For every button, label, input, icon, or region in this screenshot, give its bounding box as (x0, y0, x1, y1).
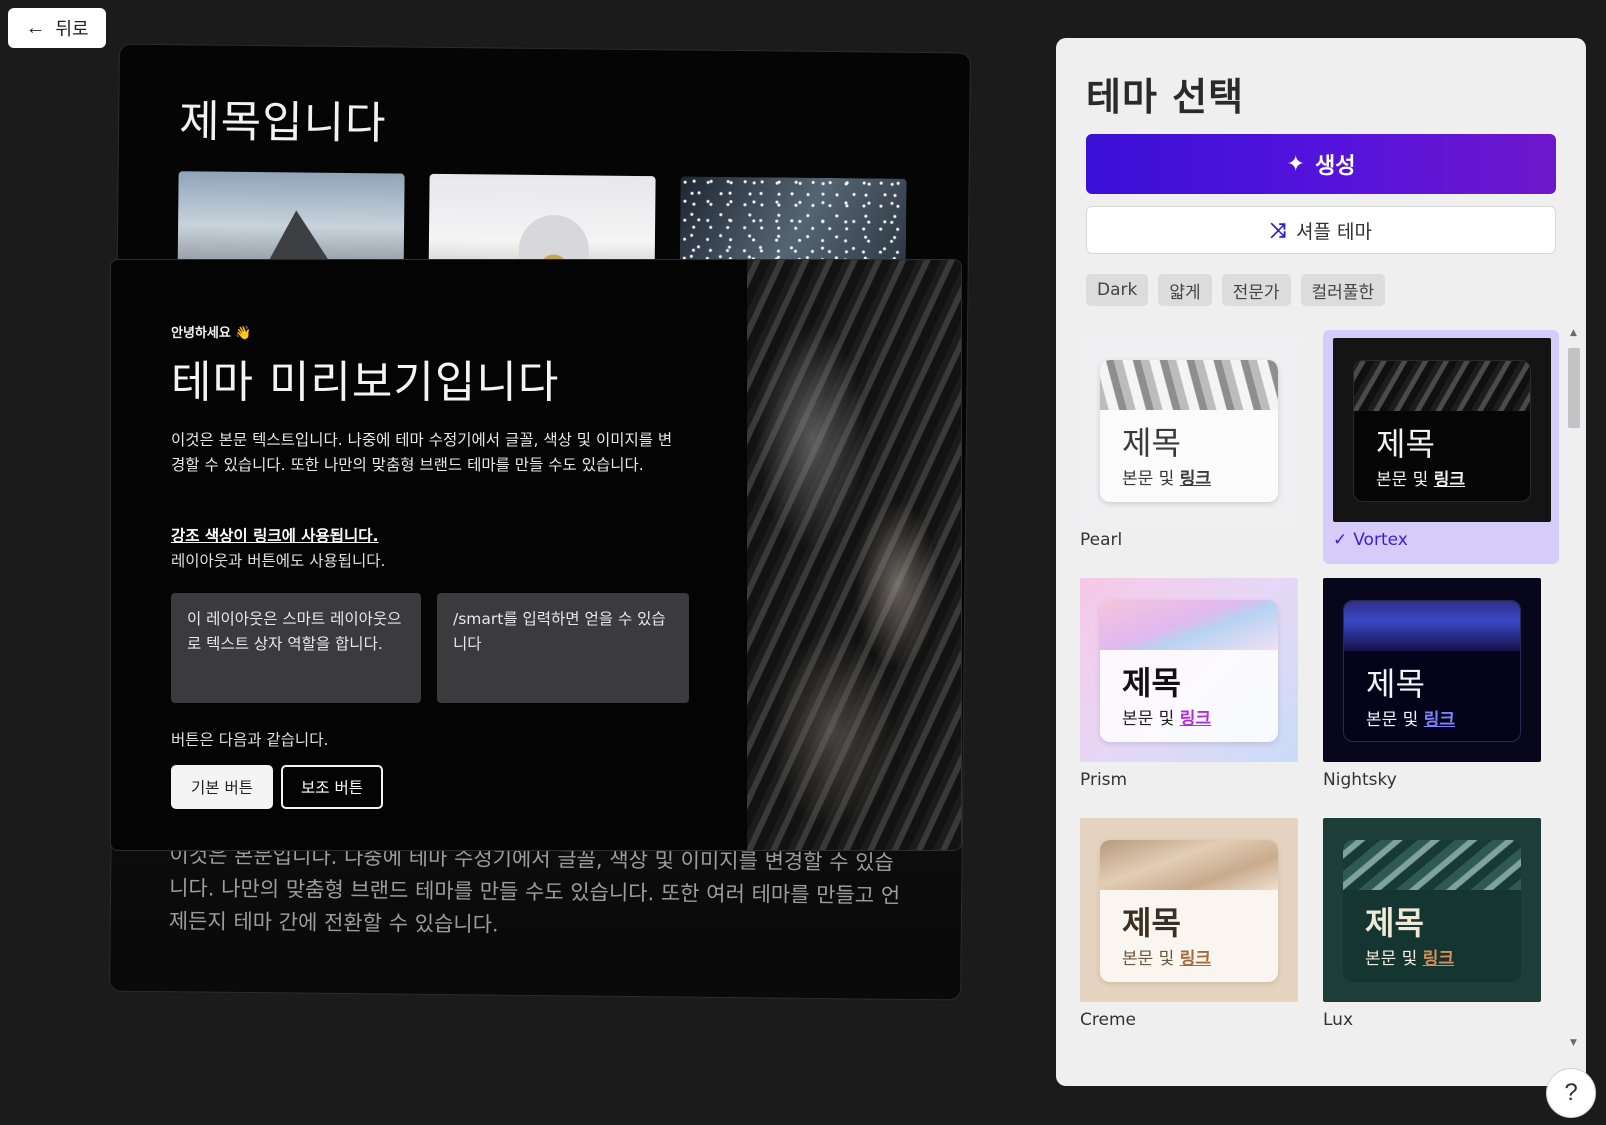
smart-layout-box: 이 레이아웃은 스마트 레이아웃으로 텍스트 상자 역할을 합니다. (171, 593, 421, 703)
theme-link: 링크 (1179, 949, 1212, 969)
theme-heading: 제목 (1365, 904, 1424, 942)
theme-body: 본문 및 링크 (1122, 949, 1212, 969)
generate-button-label: 생성 (1314, 154, 1356, 179)
theme-card-pearl[interactable]: 제목 본문 및 링크 Pearl (1080, 330, 1316, 564)
theme-body: 본문 및 링크 (1366, 710, 1456, 730)
shuffle-button-label: 셔플 테마 (1296, 220, 1372, 243)
theme-link: 링크 (1423, 710, 1456, 730)
arrow-left-icon: ← (25, 17, 46, 39)
preview-accent-link[interactable]: 강조 색상이 링크에 사용됩니다. (171, 524, 378, 546)
theme-card-nightsky[interactable]: 제목 본문 및 링크 Nightsky (1323, 570, 1559, 804)
secondary-button[interactable]: 보조 버튼 (281, 765, 383, 809)
theme-preview: 제목 본문 및 링크 (1323, 818, 1541, 1002)
scroll-up-icon[interactable]: ▲ (1570, 328, 1577, 338)
back-button-label: 뒤로 (55, 19, 89, 39)
preview-card-front: 안녕하세요 👋 테마 미리보기입니다 이것은 본문 텍스트입니다. 나중에 테마… (110, 259, 962, 851)
theme-image (1100, 600, 1278, 650)
theme-image (1343, 840, 1521, 890)
filter-chip[interactable]: 컬러풀한 (1300, 274, 1386, 306)
theme-heading: 제목 (1122, 664, 1181, 702)
theme-name: Pearl (1080, 530, 1123, 550)
theme-image (1344, 601, 1520, 651)
theme-card-vortex[interactable]: 제목 본문 및 링크 ✓ Vortex (1323, 330, 1559, 564)
back-button[interactable]: ← 뒤로 (8, 8, 106, 48)
checkmark-icon: ✓ (1333, 530, 1348, 550)
theme-preview: 제목 본문 및 링크 (1080, 578, 1298, 762)
abstract-dark-image (747, 260, 961, 850)
scrollbar-thumb[interactable] (1568, 348, 1580, 428)
theme-preview: 제목 본문 및 링크 (1080, 338, 1298, 522)
theme-preview: 제목 본문 및 링크 (1333, 338, 1551, 522)
theme-image (1100, 360, 1278, 410)
theme-body: 본문 및 링크 (1365, 949, 1455, 969)
smart-layout-box: /smart를 입력하면 얻을 수 있습니다 (437, 593, 689, 703)
preview-back-title: 제목입니다 (178, 96, 387, 150)
filter-chips: Dark 얇게 전문가 컬러풀한 (1086, 274, 1386, 306)
theme-body: 본문 및 링크 (1376, 470, 1466, 490)
shuffle-icon: ⤨ (1270, 218, 1287, 242)
preview-layout-note: 레이아웃과 버튼에도 사용됩니다. (171, 552, 386, 570)
help-button[interactable]: ? (1546, 1068, 1596, 1118)
filter-chip[interactable]: 전문가 (1221, 274, 1291, 306)
theme-card-lux[interactable]: 제목 본문 및 링크 Lux (1323, 810, 1559, 1044)
preview-body: 이것은 본문 텍스트입니다. 나중에 테마 수정기에서 글꼴, 색상 및 이미지… (171, 431, 673, 474)
theme-link: 링크 (1422, 949, 1455, 969)
theme-name: Prism (1080, 770, 1128, 790)
theme-card-prism[interactable]: 제목 본문 및 링크 Prism (1080, 570, 1316, 804)
theme-card-creme[interactable]: 제목 본문 및 링크 Creme (1080, 810, 1316, 1044)
generate-button[interactable]: ✦ 생성 (1086, 134, 1556, 194)
theme-name: Creme (1080, 1010, 1136, 1030)
theme-panel: 테마 선택 ✦ 생성 ⤨ 셔플 테마 Dark 얇게 전문가 컬러풀한 제목 본… (1056, 38, 1586, 1086)
theme-list-scrollbar[interactable]: ▲ ▼ (1566, 328, 1580, 1048)
theme-link: 링크 (1179, 469, 1212, 489)
theme-heading: 제목 (1122, 904, 1181, 942)
filter-chip[interactable]: 얇게 (1158, 274, 1212, 306)
preview-greeting: 안녕하세요 👋 (171, 326, 252, 341)
theme-image (1354, 361, 1530, 411)
theme-name: Lux (1323, 1010, 1354, 1030)
theme-heading: 제목 (1366, 665, 1425, 703)
preview-buttons-label: 버튼은 다음과 같습니다. (171, 731, 329, 749)
preview-back-body: 이것은 본문입니다. 나중에 테마 수정기에서 글꼴, 색상 및 이미지를 변경… (168, 843, 901, 937)
theme-name-selected: ✓ Vortex (1333, 530, 1408, 550)
sparkle-icon: ✦ (1286, 151, 1305, 177)
preview-title: 테마 미리보기입니다 (171, 357, 560, 408)
shuffle-theme-button[interactable]: ⤨ 셔플 테마 (1086, 206, 1556, 254)
theme-heading: 제목 (1376, 425, 1435, 463)
theme-link: 링크 (1179, 709, 1212, 729)
theme-preview: 제목 본문 및 링크 (1080, 818, 1298, 1002)
filter-chip[interactable]: Dark (1086, 274, 1149, 306)
panel-title: 테마 선택 (1086, 75, 1245, 119)
theme-name: Nightsky (1323, 770, 1397, 790)
theme-heading: 제목 (1122, 424, 1181, 462)
theme-body: 본문 및 링크 (1122, 469, 1212, 489)
theme-preview: 제목 본문 및 링크 (1323, 578, 1541, 762)
theme-link: 링크 (1433, 470, 1466, 490)
theme-image (1100, 840, 1278, 890)
scroll-down-icon[interactable]: ▼ (1570, 1038, 1577, 1048)
theme-body: 본문 및 링크 (1122, 709, 1212, 729)
primary-button[interactable]: 기본 버튼 (171, 765, 273, 809)
